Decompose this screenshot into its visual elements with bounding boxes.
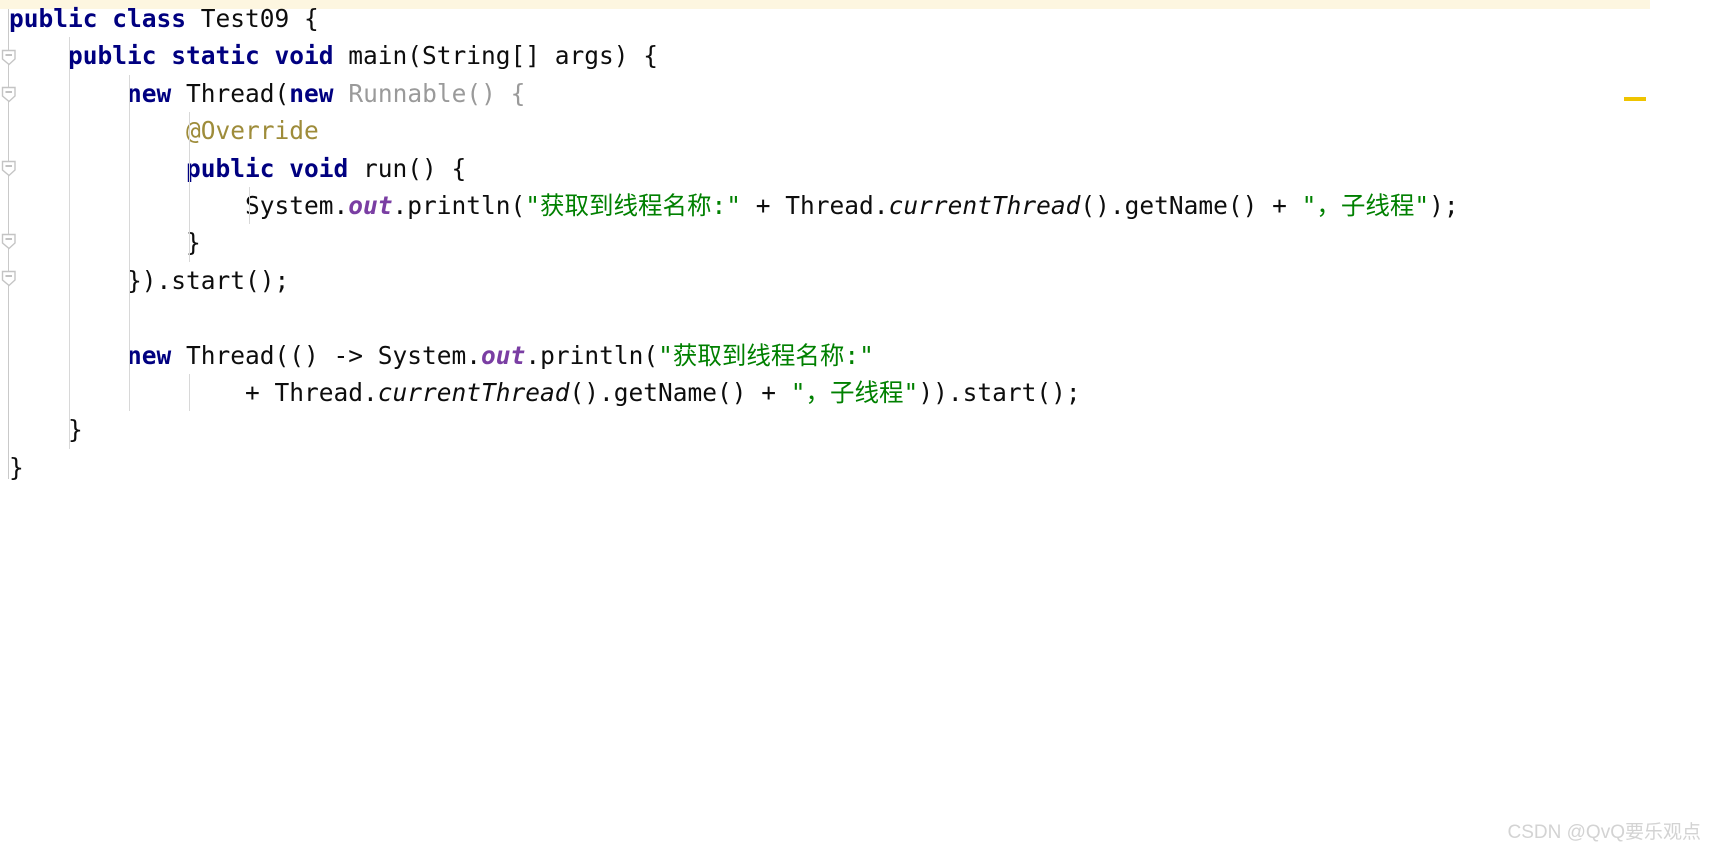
code-token-plain: Thread(() -> System.	[186, 340, 482, 370]
code-token-dim: Runnable() {	[348, 78, 526, 108]
code-token-fieldi: out	[481, 340, 526, 370]
code-token-kw: new	[289, 78, 349, 108]
code-token-str: "，子线程"	[790, 377, 919, 407]
code-token-plain: }).start();	[9, 265, 290, 295]
indent-guide	[129, 299, 130, 337]
code-token-plain: + Thread.	[741, 190, 889, 220]
code-token-str: "获取到线程名称:"	[525, 190, 742, 220]
code-token-mitalic: currentThread	[888, 190, 1081, 220]
indent-guide	[69, 336, 70, 374]
watermark: CSDN @QvQ要乐观点	[1507, 822, 1701, 843]
code-token-kw: new	[127, 340, 187, 370]
indent-guide	[69, 411, 70, 449]
indent-guide	[69, 112, 70, 150]
code-content[interactable]: public class Test09 { public static void…	[9, 0, 1709, 486]
code-token-str: "，子线程"	[1301, 190, 1430, 220]
code-token-plain: Thread(	[186, 78, 290, 108]
indent-guide	[189, 149, 190, 187]
code-token-anno: @Override	[186, 116, 319, 146]
code-line[interactable]: System.out.println("获取到线程名称:" + Thread.c…	[9, 186, 1709, 225]
code-token-plain: ().getName() +	[1080, 190, 1302, 220]
indent-guide	[189, 224, 190, 262]
indent-guide	[69, 373, 70, 412]
code-token-fieldi: out	[348, 190, 393, 220]
code-token-plain: }	[9, 228, 201, 258]
code-token-kw: public class	[9, 4, 201, 33]
code-token-plain: Test09 {	[200, 4, 319, 33]
code-token-plain: );	[1429, 190, 1459, 220]
code-token-plain: + Thread.	[9, 377, 378, 407]
indent-guide	[69, 299, 70, 337]
indent-guide	[69, 74, 70, 113]
indent-guide	[69, 37, 70, 75]
code-token-plain: main(String[] args) {	[348, 41, 659, 71]
indent-guide	[129, 149, 130, 187]
code-token-plain: .println(	[392, 190, 526, 220]
code-line[interactable]: }	[9, 411, 1709, 449]
code-token-plain: }	[9, 452, 24, 482]
code-token-plain: ().getName() +	[569, 377, 791, 407]
indent-guide	[129, 261, 130, 300]
indent-guide	[129, 336, 130, 374]
code-line[interactable]: }).start();	[9, 261, 1709, 300]
code-line[interactable]: }	[9, 449, 1709, 486]
code-line[interactable]: public static void main(String[] args) {	[9, 37, 1709, 75]
indent-guide	[189, 112, 190, 150]
indent-guide	[129, 186, 130, 225]
code-token-plain: )).start();	[918, 377, 1081, 407]
code-line[interactable]: public class Test09 {	[9, 0, 1709, 37]
code-token-kw: public void	[186, 153, 364, 183]
code-line[interactable]: new Thread(new Runnable() {	[9, 74, 1709, 113]
code-token-kw: new	[127, 78, 187, 108]
indent-guide	[189, 186, 190, 225]
indent-guide	[69, 261, 70, 300]
code-token-plain: run() {	[363, 153, 467, 183]
indent-guide	[249, 186, 250, 225]
code-line[interactable]: }	[9, 224, 1709, 262]
code-line[interactable]: new Thread(() -> System.out.println("获取到…	[9, 336, 1709, 374]
indent-guide	[69, 224, 70, 262]
indent-guide	[189, 373, 190, 412]
code-token-plain: .println(	[525, 340, 659, 370]
code-line[interactable]	[9, 299, 1709, 337]
code-token-str: "获取到线程名称:"	[658, 340, 874, 370]
code-line[interactable]: + Thread.currentThread().getName() + "，子…	[9, 373, 1709, 412]
indent-guide	[129, 112, 130, 150]
indent-guide	[129, 74, 130, 113]
indent-guide	[69, 186, 70, 225]
indent-guide	[129, 373, 130, 412]
indent-guide	[69, 149, 70, 187]
code-editor[interactable]: public class Test09 { public static void…	[0, 0, 1715, 854]
code-line[interactable]: public void run() {	[9, 149, 1709, 187]
warning-marker-icon[interactable]	[1624, 97, 1646, 101]
code-token-kw: public static void	[68, 41, 349, 71]
indent-guide	[129, 224, 130, 262]
code-line[interactable]: @Override	[9, 112, 1709, 150]
code-token-plain: }	[9, 415, 83, 445]
code-token-plain: System.	[9, 190, 349, 220]
code-token-mitalic: currentThread	[377, 377, 570, 407]
